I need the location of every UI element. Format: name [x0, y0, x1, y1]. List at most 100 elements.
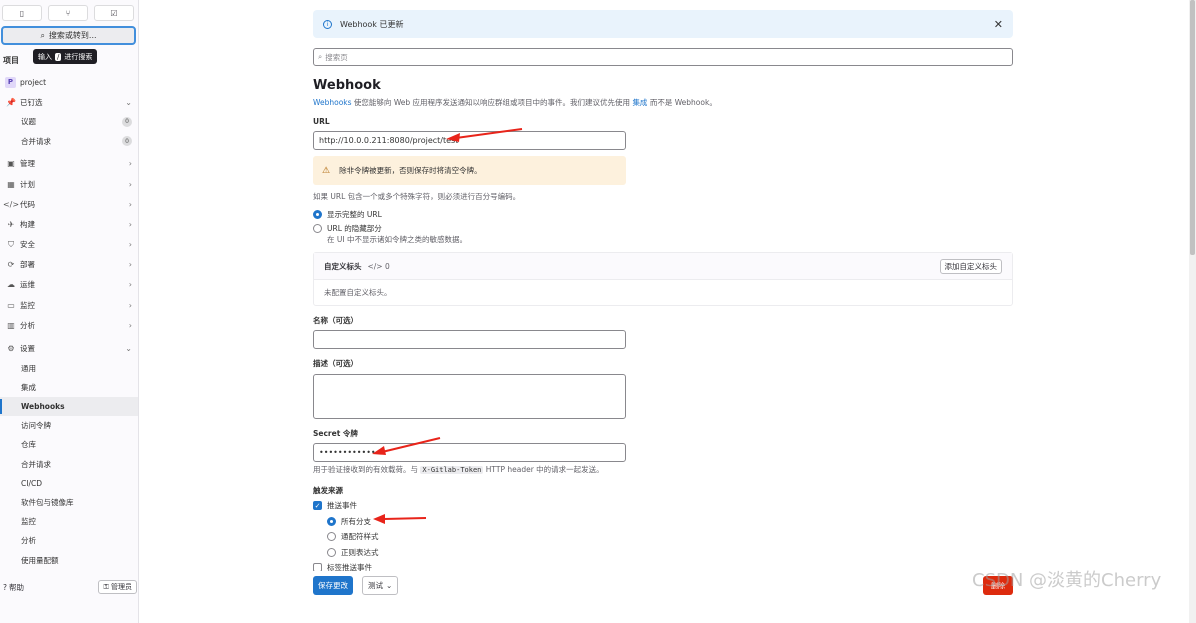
- left-sidebar: ▯ ⑂ ☑ ⌕ 搜索或转到... 项目 输入 / 进行搜索 P project …: [0, 0, 139, 623]
- show-full-url-radio[interactable]: 显示完整的 URL: [313, 209, 382, 220]
- success-alert: i Webhook 已更新 ✕: [313, 10, 1013, 38]
- description-label: 描述（可选）: [313, 359, 358, 368]
- watermark: CSDN @淡黄的Cherry: [972, 570, 1162, 591]
- checkmark-icon: ✓: [313, 501, 322, 510]
- info-icon: i: [323, 19, 332, 29]
- name-input[interactable]: [313, 330, 626, 349]
- custom-headers-card: 自定义标头 </> 0 添加自定义标头 未配置自定义标头。: [313, 252, 1013, 306]
- sidebar-item-merge-request-settings[interactable]: 合并请求: [0, 455, 138, 474]
- name-label: 名称（可选）: [313, 316, 358, 325]
- sidebar-item-monitor[interactable]: ▭ 监控 ›: [0, 295, 138, 315]
- help-button[interactable]: ? 帮助: [3, 582, 24, 593]
- page-scrollbar[interactable]: [1189, 0, 1196, 623]
- sidebar-item-usage-quotas[interactable]: 使用量配额: [0, 551, 138, 570]
- chevron-down-icon: ⌄: [386, 581, 393, 590]
- count-badge: 0: [122, 116, 132, 127]
- tag-push-events-checkbox[interactable]: 标签推送事件: [313, 563, 372, 571]
- sidebar-item-integrations[interactable]: 集成: [0, 378, 138, 397]
- help-icon: ?: [3, 582, 7, 592]
- code-icon: </>: [2, 199, 20, 209]
- secret-token-label: Secret 令牌: [313, 429, 358, 438]
- keyboard-shortcut: /: [55, 52, 62, 61]
- scrollbar-thumb[interactable]: [1190, 0, 1195, 255]
- sidebar-item-repository[interactable]: 仓库: [0, 435, 138, 454]
- todo-icon[interactable]: ☑: [94, 5, 134, 21]
- push-events-checkbox[interactable]: ✓ 推送事件: [313, 500, 357, 511]
- no-custom-headers-text: 未配置自定义标头。: [324, 288, 392, 297]
- annotation-arrow-branch: [373, 514, 427, 524]
- sidebar-item-operate[interactable]: ☁ 运维 ›: [0, 275, 138, 295]
- sidebar-item-analytics-settings[interactable]: 分析: [0, 531, 138, 550]
- add-custom-header-button[interactable]: 添加自定义标头: [939, 258, 1002, 274]
- warning-icon: ⚠: [322, 165, 331, 176]
- header-name-code: X-Gitlab-Token: [420, 466, 484, 474]
- url-label: URL: [313, 117, 330, 126]
- gear-icon: ⚙: [7, 344, 15, 354]
- annotation-arrow-url: [446, 128, 523, 142]
- sidebar-item-analyze[interactable]: ▥ 分析 ›: [0, 315, 138, 335]
- radio-selected: [327, 517, 336, 526]
- search-icon: ⌕: [318, 52, 323, 61]
- calendar-icon: ▦: [7, 179, 15, 189]
- chevron-right-icon: ›: [128, 199, 132, 209]
- deploy-icon: ⟳: [7, 260, 15, 270]
- briefcase-icon: ▣: [7, 159, 15, 169]
- sidebar-item-settings[interactable]: ⚙ 设置 ⌄: [0, 338, 138, 358]
- radio-selected: [313, 210, 322, 219]
- sidebar-item-merge-requests[interactable]: 合并请求 0: [0, 132, 138, 151]
- merge-request-icon[interactable]: ⑂: [48, 5, 88, 21]
- sidebar-item-packages-registries[interactable]: 软件包与镜像库: [0, 493, 138, 512]
- sidebar-item-monitor-settings[interactable]: 监控: [0, 512, 138, 531]
- sidebar-item-general[interactable]: 通用: [0, 359, 138, 378]
- rocket-icon: ✈: [7, 219, 15, 229]
- cloud-icon: ☁: [7, 280, 15, 290]
- token-warning: ⚠ 除非令牌被更新，否则保存时将清空令牌。: [313, 156, 626, 185]
- sidebar-item-plan[interactable]: ▦ 计划 ›: [0, 174, 138, 194]
- annotation-arrow-secret: [372, 437, 441, 455]
- key-icon: ⚿: [103, 583, 109, 591]
- sidebar-item-code[interactable]: </> 代码 ›: [0, 194, 138, 214]
- chevron-right-icon: ›: [128, 179, 132, 189]
- close-icon[interactable]: ✕: [994, 18, 1003, 31]
- search-or-go-to-label: 搜索或转到...: [48, 31, 97, 40]
- sidebar-item-access-tokens[interactable]: 访问令牌: [0, 416, 138, 435]
- chevron-right-icon: ›: [128, 320, 132, 330]
- mask-url-radio[interactable]: URL 的隐藏部分: [313, 223, 382, 234]
- sidebar-item-pinned[interactable]: 📌 已钉选 ⌄: [0, 92, 138, 112]
- custom-headers-header: 自定义标头 </> 0 添加自定义标头: [314, 253, 1012, 280]
- chevron-down-icon: ⌄: [125, 344, 132, 354]
- sidebar-item-deploy[interactable]: ⟳ 部署 ›: [0, 255, 138, 275]
- project-avatar: P: [5, 76, 16, 88]
- sidebar-item-webhooks[interactable]: Webhooks: [0, 397, 138, 417]
- monitor-icon: ▭: [7, 300, 15, 310]
- regex-radio[interactable]: 正则表达式: [327, 547, 379, 558]
- sidebar-heading: 项目: [3, 56, 19, 65]
- radio-unselected: [327, 532, 336, 541]
- sidebar-nav: P project 📌 已钉选 ⌄ 议题 0 合并请求 0 ▣ 管理 › ▦ 计划 › …: [0, 72, 138, 570]
- sidebar-item-manage[interactable]: ▣ 管理 ›: [0, 154, 138, 174]
- secret-token-input[interactable]: ••••••••••••: [313, 443, 626, 462]
- sidebar-footer: ? 帮助 ⚿ 管理员: [3, 580, 137, 594]
- save-changes-button[interactable]: 保存更改: [313, 576, 353, 595]
- sidebar-item-project[interactable]: P project: [0, 72, 138, 92]
- webhooks-docs-link[interactable]: Webhooks: [313, 98, 352, 107]
- secret-token-note: 用于验证接收到的有效载荷。与 X-Gitlab-Token HTTP heade…: [313, 465, 604, 474]
- issues-icon[interactable]: ▯: [2, 5, 42, 21]
- search-page-input[interactable]: ⌕ 搜索页: [313, 48, 1013, 66]
- integrations-link[interactable]: 集成: [632, 98, 647, 107]
- wildcard-radio[interactable]: 通配符样式: [327, 531, 379, 542]
- page-description: Webhooks 使您能够向 Web 应用程序发送通知以响应群组或项目中的事件。…: [313, 98, 717, 107]
- description-textarea[interactable]: [313, 374, 626, 419]
- chevron-down-icon: ⌄: [125, 97, 132, 107]
- sidebar-item-build[interactable]: ✈ 构建 ›: [0, 214, 138, 234]
- admin-area-button[interactable]: ⚿ 管理员: [98, 580, 137, 594]
- search-or-go-to-button[interactable]: ⌕ 搜索或转到...: [1, 26, 136, 45]
- mask-url-note: 在 UI 中不显示诸如令牌之类的敏感数据。: [327, 235, 467, 244]
- sidebar-item-cicd[interactable]: CI/CD: [0, 474, 138, 493]
- sidebar-item-issues[interactable]: 议题 0: [0, 112, 138, 131]
- sidebar-item-secure[interactable]: ⛉ 安全 ›: [0, 235, 138, 255]
- test-dropdown-button[interactable]: 测试 ⌄: [362, 576, 399, 595]
- chevron-right-icon: ›: [128, 300, 132, 310]
- sidebar-top-icons: ▯ ⑂ ☑: [0, 0, 138, 21]
- all-branches-radio[interactable]: 所有分支: [327, 516, 371, 527]
